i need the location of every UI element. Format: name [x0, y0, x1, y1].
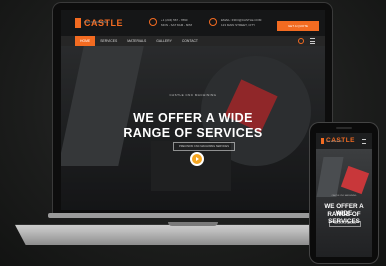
logo-mark-icon	[75, 18, 81, 28]
hero-title-line1: WE OFFER A WIDE	[133, 111, 253, 125]
phone-speaker	[336, 127, 352, 129]
hero-subtitle: PRECISION CNC MACHINING SERVICES	[173, 142, 235, 151]
mobile-hero-subtitle: PRECISION CNC MACHINING	[329, 221, 361, 227]
phone-contact: +1 (234) 567 - 7890 MON - SAT 8AM - 6PM	[149, 18, 192, 28]
email-contact: EMAIL: INFO@CASTLE.COM 123 MAIN STREET, …	[209, 18, 261, 28]
mobile-hero-eyebrow: CASTLE CNC MACHINING	[331, 195, 357, 197]
menu-icon[interactable]	[362, 139, 366, 144]
nav-item-gallery[interactable]: GALLERY	[151, 36, 177, 46]
phone-icon	[209, 18, 217, 26]
laptop-hinge	[48, 213, 338, 218]
laptop-notch	[168, 222, 218, 226]
nav-item-materials[interactable]: MATERIALS	[122, 36, 151, 46]
logo-mark-icon	[321, 137, 324, 144]
nav-item-home[interactable]: HOME	[75, 36, 96, 46]
site-header: CASTLE CNC MACHINING +1 (234) 567 - 7890…	[61, 10, 325, 36]
hero-title-line2: RANGE OF SERVICES	[123, 126, 263, 140]
mobile-logo-subtitle: CNC MACHINING	[326, 141, 343, 143]
nav-item-contact[interactable]: CONTACT	[177, 36, 203, 46]
hero-image-machine-arm	[316, 157, 344, 197]
mobile-hero: CASTLE CNC MACHINING WE OFFER A WIDE RAN…	[316, 149, 372, 257]
hero-image-red-part	[340, 165, 370, 195]
laptop-screen: CASTLE CNC MACHINING +1 (234) 567 - 7890…	[61, 10, 325, 210]
play-button[interactable]	[190, 152, 204, 166]
hero-eyebrow: CASTLE CNC MACHINING	[169, 93, 217, 97]
nav-item-services[interactable]: SERVICES	[95, 36, 122, 46]
main-nav: HOME SERVICES MATERIALS GALLERY CONTACT	[61, 36, 325, 46]
hero-section: CASTLE CNC MACHINING WE OFFER A WIDE RAN…	[61, 46, 325, 210]
search-icon[interactable]	[298, 38, 304, 44]
quote-button[interactable]: GET A QUOTE	[277, 21, 319, 31]
email-sub: 123 MAIN STREET, CITY	[221, 23, 256, 27]
play-icon	[196, 157, 199, 161]
phone-sub: MON - SAT 8AM - 6PM	[161, 23, 193, 27]
phone-screen: CASTLE CNC MACHINING CASTLE CNC MACHININ…	[316, 133, 372, 257]
clock-icon	[149, 18, 157, 26]
menu-icon[interactable]	[310, 38, 315, 44]
logo-subtitle: CNC MACHINING	[84, 20, 109, 24]
